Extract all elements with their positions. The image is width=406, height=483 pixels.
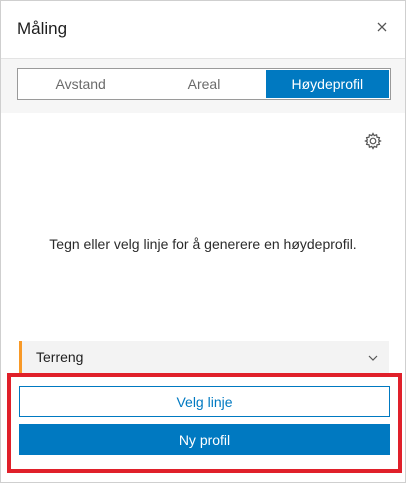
panel-body: Tegn eller velg linje for å generere en … xyxy=(1,113,405,341)
close-icon[interactable] xyxy=(373,18,391,36)
measurement-panel: Måling Avstand Areal Høydeprofil Tegn el… xyxy=(0,0,406,483)
elevation-source-value: Terreng xyxy=(36,349,84,365)
select-line-button[interactable]: Velg linje xyxy=(19,386,390,417)
empty-state-message: Tegn eller velg linje for å generere en … xyxy=(49,236,357,252)
panel-title: Måling xyxy=(17,19,68,38)
elevation-source-select[interactable]: Terreng xyxy=(19,341,389,373)
tab-distance[interactable]: Avstand xyxy=(19,70,142,98)
tab-bar: Avstand Areal Høydeprofil xyxy=(1,59,405,113)
gear-icon[interactable] xyxy=(363,131,383,151)
measurement-tabs: Avstand Areal Høydeprofil xyxy=(17,68,391,100)
chevron-down-icon xyxy=(367,351,379,363)
tab-elevation-profile[interactable]: Høydeprofil xyxy=(265,70,389,98)
panel-header: Måling xyxy=(1,1,405,58)
new-profile-button[interactable]: Ny profil xyxy=(19,424,390,455)
tab-area[interactable]: Areal xyxy=(142,70,265,98)
